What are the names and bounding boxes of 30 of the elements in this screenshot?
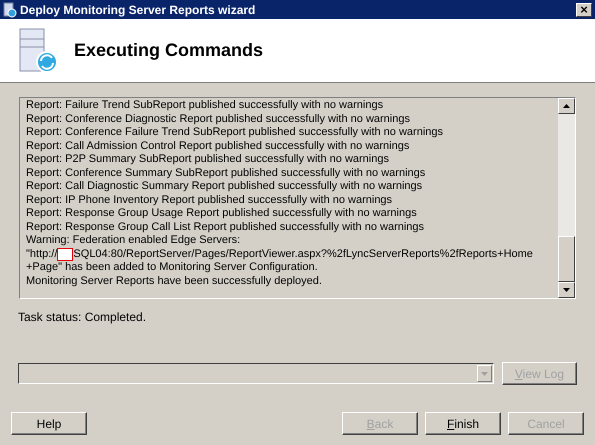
caret-icon (480, 372, 488, 376)
window-title: Deploy Monitoring Server Reports wizard (20, 2, 256, 18)
log-line: Warning: Federation enabled Edge Servers: (26, 234, 240, 246)
scroll-up-button[interactable] (558, 98, 575, 114)
log-line: Report: Conference Failure Trend SubReport published successfully with no warnings (26, 126, 443, 138)
log-line: Report: Call Admission Control Report published successfully with no warnings (26, 140, 410, 152)
log-line: SQL04:80/ReportServer/Pages/ReportViewer.aspx?%2fLyncServerReports%2fReports+Home (73, 248, 533, 261)
scroll-thumb[interactable] (558, 236, 575, 282)
task-status: Task status: Completed. (18, 310, 146, 324)
log-line: Report: P2P Summary SubReport published successfully with no warnings (26, 153, 389, 165)
log-line: Report: Call Diagnostic Summary Report published successfully with no warnings (26, 180, 422, 192)
server-icon (19, 26, 59, 74)
down-arrow-icon (563, 288, 570, 292)
log-line: Report: Conference Summary SubReport published successfully with no warnings (26, 166, 426, 178)
help-button[interactable]: Help (11, 412, 87, 435)
log-line: "http:// (26, 248, 58, 261)
log-line: +Page" has been added to Monitoring Server Configuration. (26, 261, 318, 273)
wizard-button[interactable]: Finish (425, 412, 501, 435)
log-line: Report: Failure Trend SubReport published successfully with no warnings (26, 99, 384, 111)
close-button[interactable]: × (576, 2, 592, 16)
page-heading: Executing Commands (74, 39, 264, 62)
redaction-box (57, 248, 74, 261)
scroll-down-button[interactable] (558, 282, 575, 298)
log-line: Report: Response Group Call List Report published successfully with no warnings (26, 220, 424, 232)
log-line: Report: IP Phone Inventory Report published successfully with no warnings (26, 194, 392, 206)
log-line: Report: Response Group Usage Report published successfully with no warnings (26, 207, 417, 219)
scrollbar[interactable] (558, 98, 575, 298)
log-line: Report: Conference Diagnostic Report published successfully with no warnings (26, 112, 410, 124)
up-arrow-icon (563, 104, 570, 108)
log-line: Monitoring Server Reports have been successfully deployed. (26, 274, 322, 286)
